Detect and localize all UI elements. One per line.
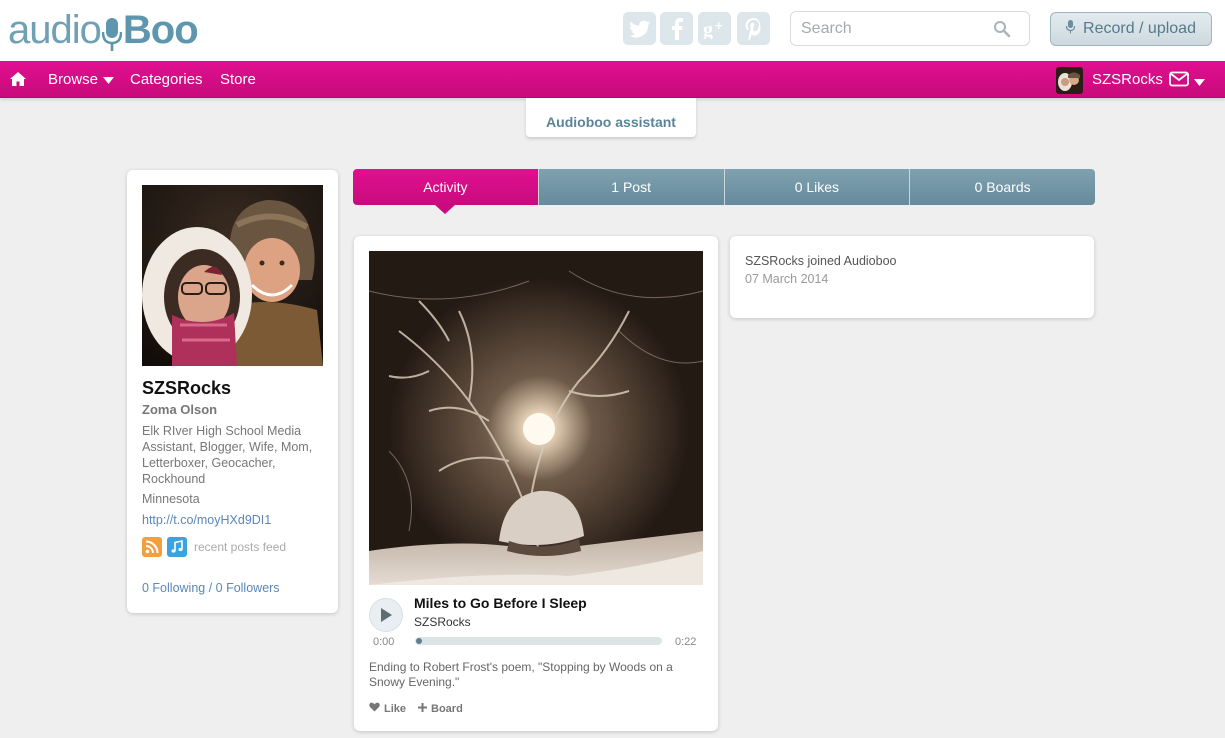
tab-activity[interactable]: Activity [353, 169, 538, 214]
time-elapsed: 0:00 [373, 636, 395, 648]
tab-posts[interactable]: 1 Post [537, 169, 724, 205]
profile-photo[interactable] [142, 185, 323, 366]
time-duration: 0:22 [675, 636, 697, 648]
search-input[interactable] [801, 18, 991, 40]
tab-boards[interactable]: 0 Boards [909, 169, 1095, 205]
nav-username[interactable]: SZSRocks [1092, 71, 1163, 88]
audio-progress-handle[interactable] [416, 638, 422, 644]
profile-card: SZSRocks Zoma Olson Elk RIver High Schoo… [127, 170, 338, 613]
itunes-feed-icon[interactable] [167, 537, 187, 557]
profile-link[interactable]: http://t.co/moyHXd9DI1 [142, 513, 271, 527]
user-avatar[interactable] [1056, 67, 1083, 94]
google-plus-icon[interactable]: g + [698, 12, 731, 45]
post-actions: Like Board [369, 702, 463, 715]
rss-feed-icon[interactable] [142, 537, 162, 557]
post-card: Miles to Go Before I Sleep SZSRocks 0:00… [354, 236, 718, 731]
profile-tabs: Activity 1 Post 0 Likes 0 Boards [353, 169, 1095, 214]
heart-icon [369, 702, 380, 715]
audio-progress-bar[interactable] [415, 637, 662, 645]
nav-categories[interactable]: Categories [130, 71, 203, 88]
tab-likes[interactable]: 0 Likes [723, 169, 910, 205]
plus-icon [418, 702, 428, 715]
post-image[interactable] [369, 251, 703, 585]
search-box[interactable] [790, 11, 1030, 46]
profile-username: SZSRocks [142, 378, 232, 398]
caret-down-icon [103, 71, 115, 88]
follow-stats-link[interactable]: 0 Following / 0 Followers [142, 581, 280, 595]
search-icon[interactable] [993, 20, 1011, 38]
main-nav: Browse Categories Store SZSRocks [0, 61, 1225, 98]
svg-text:+: + [715, 19, 723, 33]
pinterest-icon[interactable] [737, 12, 770, 45]
envelope-icon [1169, 71, 1189, 91]
audioboo-logo[interactable]: audio Boo [8, 8, 199, 52]
microphone-logo-icon [101, 14, 123, 52]
add-to-board-button[interactable]: Board [418, 702, 463, 715]
caret-down-icon [1194, 73, 1205, 90]
home-icon[interactable] [9, 70, 27, 88]
feed-links: recent posts feed [142, 537, 286, 557]
play-button[interactable] [369, 598, 403, 632]
record-upload-button[interactable]: Record / upload [1050, 12, 1212, 46]
svg-text:g: g [703, 19, 713, 39]
facebook-icon[interactable] [660, 12, 693, 45]
activity-text: SZSRocks joined Audioboo [745, 254, 897, 268]
post-title[interactable]: Miles to Go Before I Sleep [414, 595, 587, 611]
messages-menu[interactable] [1169, 71, 1205, 91]
profile-location: Minnesota [142, 492, 200, 506]
post-description: Ending to Robert Frost's poem, "Stopping… [369, 660, 673, 689]
microphone-icon [1065, 19, 1076, 39]
activity-date: 07 March 2014 [745, 272, 829, 286]
post-author[interactable]: SZSRocks [414, 615, 471, 629]
nav-browse[interactable]: Browse [48, 71, 115, 88]
profile-bio: Elk RIver High School Media Assistant, B… [142, 424, 313, 486]
audioboo-assistant-tab[interactable]: Audioboo assistant [526, 98, 696, 137]
active-tab-pointer [435, 205, 456, 214]
recent-posts-feed-label: recent posts feed [194, 540, 287, 554]
nav-store[interactable]: Store [220, 71, 256, 88]
top-header: audio Boo g+ Record / upload [0, 0, 1225, 61]
activity-item: SZSRocks joined Audioboo 07 March 2014 [730, 236, 1094, 318]
twitter-icon[interactable] [623, 12, 656, 45]
like-button[interactable]: Like [369, 702, 406, 715]
profile-fullname: Zoma Olson [142, 402, 218, 417]
